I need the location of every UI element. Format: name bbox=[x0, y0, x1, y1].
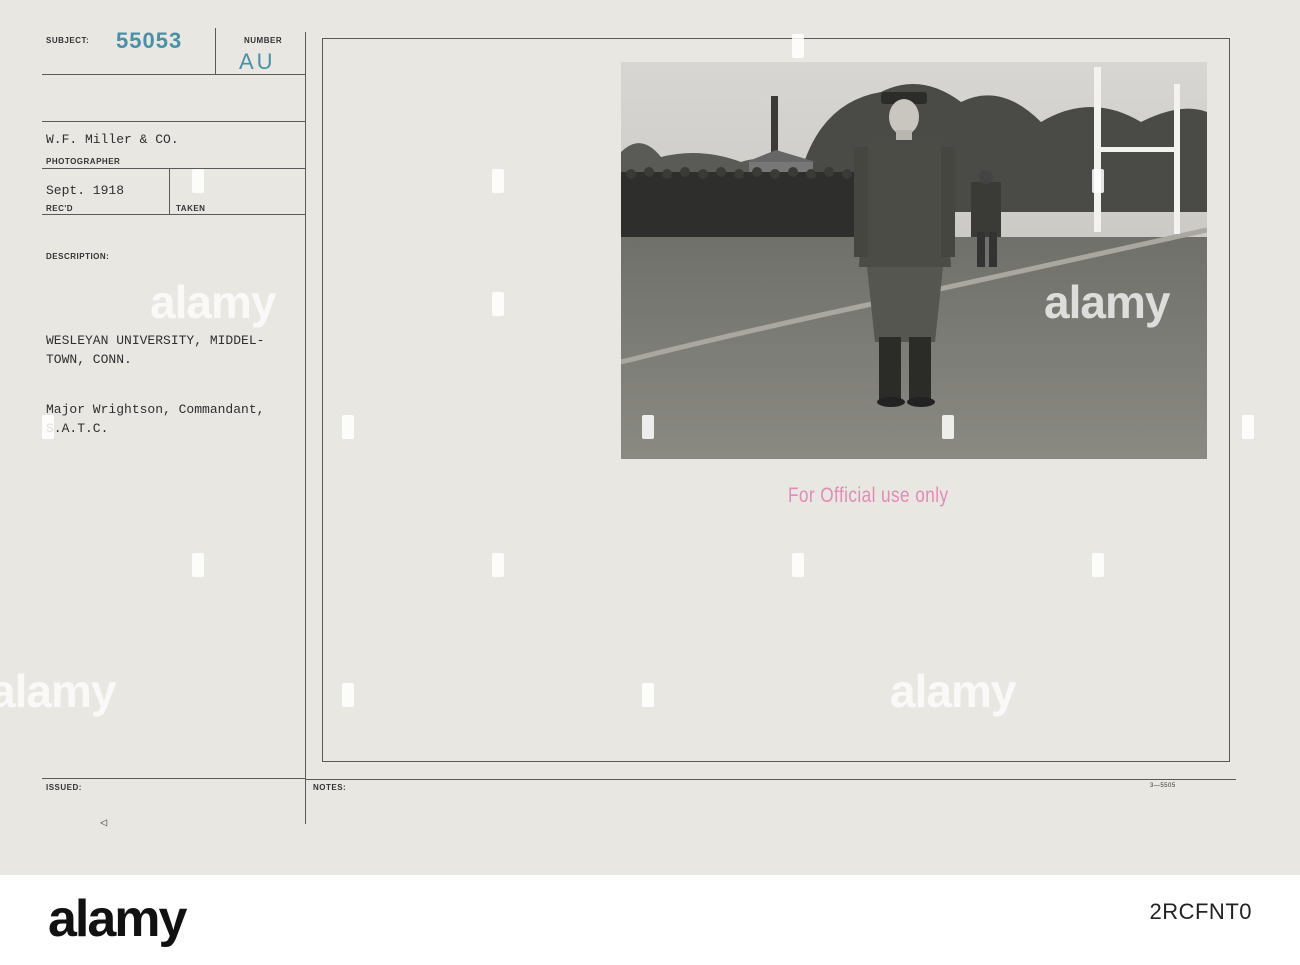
image-id-value: 2RCFNT0 bbox=[1149, 899, 1252, 924]
watermark-logo: alamy bbox=[0, 665, 116, 717]
watermark-mark bbox=[42, 415, 54, 439]
recd-label: REC'D bbox=[46, 204, 74, 213]
watermark-logo: alamy bbox=[1044, 276, 1170, 328]
photographer-underline bbox=[42, 121, 305, 122]
right-box-top bbox=[322, 38, 1230, 39]
number-label: NUMBER bbox=[244, 36, 283, 45]
subject-divider bbox=[215, 28, 216, 74]
photograph-scene bbox=[621, 62, 1207, 459]
watermark-mark bbox=[342, 683, 354, 707]
watermark-logo: alamy bbox=[150, 276, 276, 328]
photographer-label-line bbox=[42, 168, 305, 169]
description-line-3: Major Wrightson, Commandant, bbox=[46, 402, 265, 417]
watermark-mark bbox=[192, 169, 204, 193]
recd-taken-divider bbox=[169, 169, 170, 215]
right-box-right bbox=[1229, 38, 1230, 762]
right-box-bottom bbox=[322, 761, 1230, 762]
watermark-mark bbox=[492, 169, 504, 193]
issued-mark: ◁ bbox=[100, 816, 108, 830]
watermark-mark bbox=[1242, 415, 1254, 439]
number-value: AU bbox=[239, 49, 276, 74]
brand-logo[interactable]: alamy bbox=[48, 889, 187, 949]
notes-label: NOTES: bbox=[313, 783, 347, 792]
watermark-mark bbox=[642, 683, 654, 707]
watermark-mark bbox=[492, 553, 504, 577]
watermark-mark bbox=[342, 415, 354, 439]
watermark-mark bbox=[1092, 553, 1104, 577]
issued-line bbox=[42, 778, 305, 779]
photograph-major-wrightson bbox=[621, 62, 1207, 459]
archival-record-card: SUBJECT: 55053 NUMBER AU W.F. Miller & C… bbox=[0, 0, 1300, 875]
watermark-mark bbox=[792, 34, 804, 58]
watermark-mark bbox=[792, 553, 804, 577]
subject-label: SUBJECT: bbox=[46, 36, 90, 45]
date-underline bbox=[42, 214, 305, 215]
right-box-left bbox=[322, 38, 323, 762]
form-number: 3—5505 bbox=[1150, 783, 1176, 789]
issued-label: ISSUED: bbox=[46, 783, 82, 792]
recd-date: Sept. 1918 bbox=[46, 183, 125, 198]
description-line-1: WESLEYAN UNIVERSITY, MIDDEL- bbox=[46, 333, 265, 348]
photographer-name: W.F. Miller & CO. bbox=[46, 132, 179, 147]
description-line-2: TOWN, CONN. bbox=[46, 352, 132, 367]
watermark-mark bbox=[642, 415, 654, 439]
description-line-4: S.A.T.C. bbox=[46, 421, 109, 436]
photographer-label: PHOTOGRAPHER bbox=[46, 157, 121, 166]
taken-label: TAKEN bbox=[176, 204, 206, 213]
notes-line bbox=[306, 779, 1236, 780]
watermark-logo: alamy bbox=[890, 665, 1016, 717]
subject-number: 55053 bbox=[116, 28, 183, 53]
footer-bar bbox=[0, 875, 1300, 965]
watermark-mark bbox=[942, 415, 954, 439]
description-label: DESCRIPTION: bbox=[46, 252, 110, 261]
image-id: 2RCFNT0 bbox=[1149, 899, 1252, 925]
watermark-mark bbox=[492, 292, 504, 316]
left-column-divider bbox=[305, 32, 306, 824]
watermark-mark bbox=[192, 553, 204, 577]
watermark-mark bbox=[1092, 169, 1104, 193]
official-use-stamp: For Official use only bbox=[788, 484, 949, 507]
